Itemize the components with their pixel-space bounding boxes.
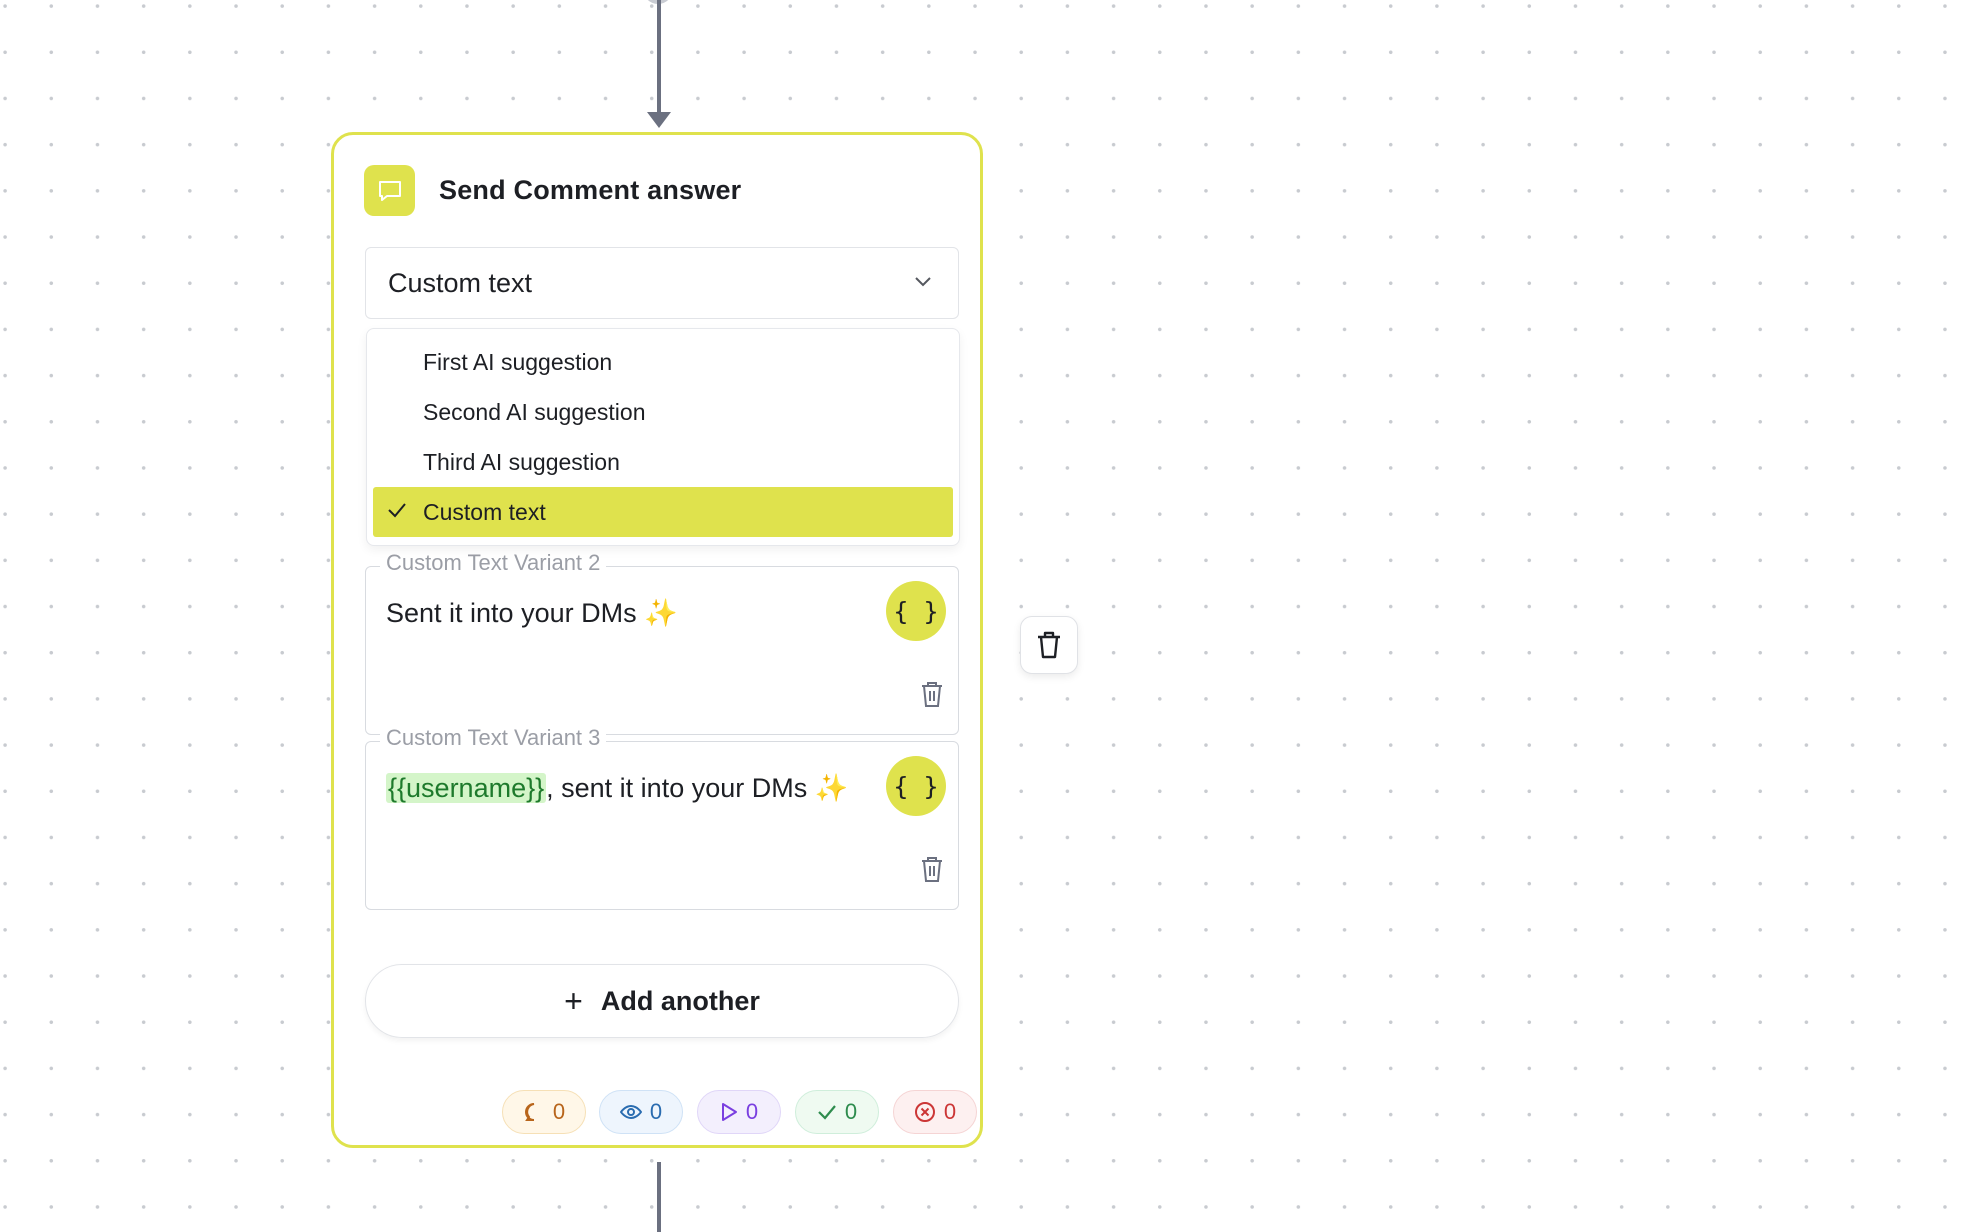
stat-success: 0 [795,1090,879,1134]
answer-type-select[interactable]: Custom text [365,247,959,319]
eye-icon [619,1104,642,1120]
chevron-down-icon [915,277,931,287]
custom-text-variant-2[interactable]: Custom Text Variant 2 Sent it into your … [365,550,959,735]
stat-comments: 0 [502,1090,586,1134]
variant-legend: Custom Text Variant 2 [380,550,607,576]
play-icon [721,1103,737,1121]
stat-errors: 0 [893,1090,977,1134]
custom-text-variant-3[interactable]: Custom Text Variant 3 {{username}}, sent… [365,725,959,910]
chat-bubble-icon [364,165,415,216]
trash-icon [1038,631,1060,659]
node-title: Send Comment answer [439,175,742,205]
insert-variable-button[interactable]: { } [886,756,946,816]
plus-icon: + [564,982,583,1019]
insert-variable-button[interactable]: { } [886,581,946,641]
menu-item-second-ai-suggestion[interactable]: Second AI suggestion [373,387,953,437]
variant-text[interactable]: Sent it into your DMs ✨ [386,597,678,629]
select-value: Custom text [388,267,533,298]
delete-variant-icon[interactable] [920,680,944,708]
delete-variant-icon[interactable] [920,855,944,883]
x-circle-icon [914,1102,935,1122]
username-token: {{username}} [386,773,547,803]
connector-arrow [647,112,671,128]
check-icon [388,503,406,518]
check-icon [818,1105,836,1120]
stat-plays: 0 [697,1090,781,1134]
stat-views: 0 [599,1090,683,1134]
connector-line-bottom [657,1162,661,1232]
answer-type-dropdown-menu: First AI suggestion Second AI suggestion… [366,328,960,546]
variant-legend: Custom Text Variant 3 [380,725,607,751]
comment-icon [524,1103,535,1121]
variant-text[interactable]: {{username}}, sent it into your DMs ✨ [386,772,848,804]
connector-line-top [657,0,661,112]
delete-node-button[interactable] [1020,616,1078,674]
menu-item-first-ai-suggestion[interactable]: First AI suggestion [373,337,953,387]
menu-item-third-ai-suggestion[interactable]: Third AI suggestion [373,437,953,487]
add-another-label: Add another [600,985,760,1016]
menu-item-custom-text[interactable]: Custom text [373,487,953,537]
send-comment-answer-node[interactable]: Send Comment answer Custom text Custom T… [331,132,983,1148]
add-another-button[interactable]: + Add another [365,964,959,1038]
